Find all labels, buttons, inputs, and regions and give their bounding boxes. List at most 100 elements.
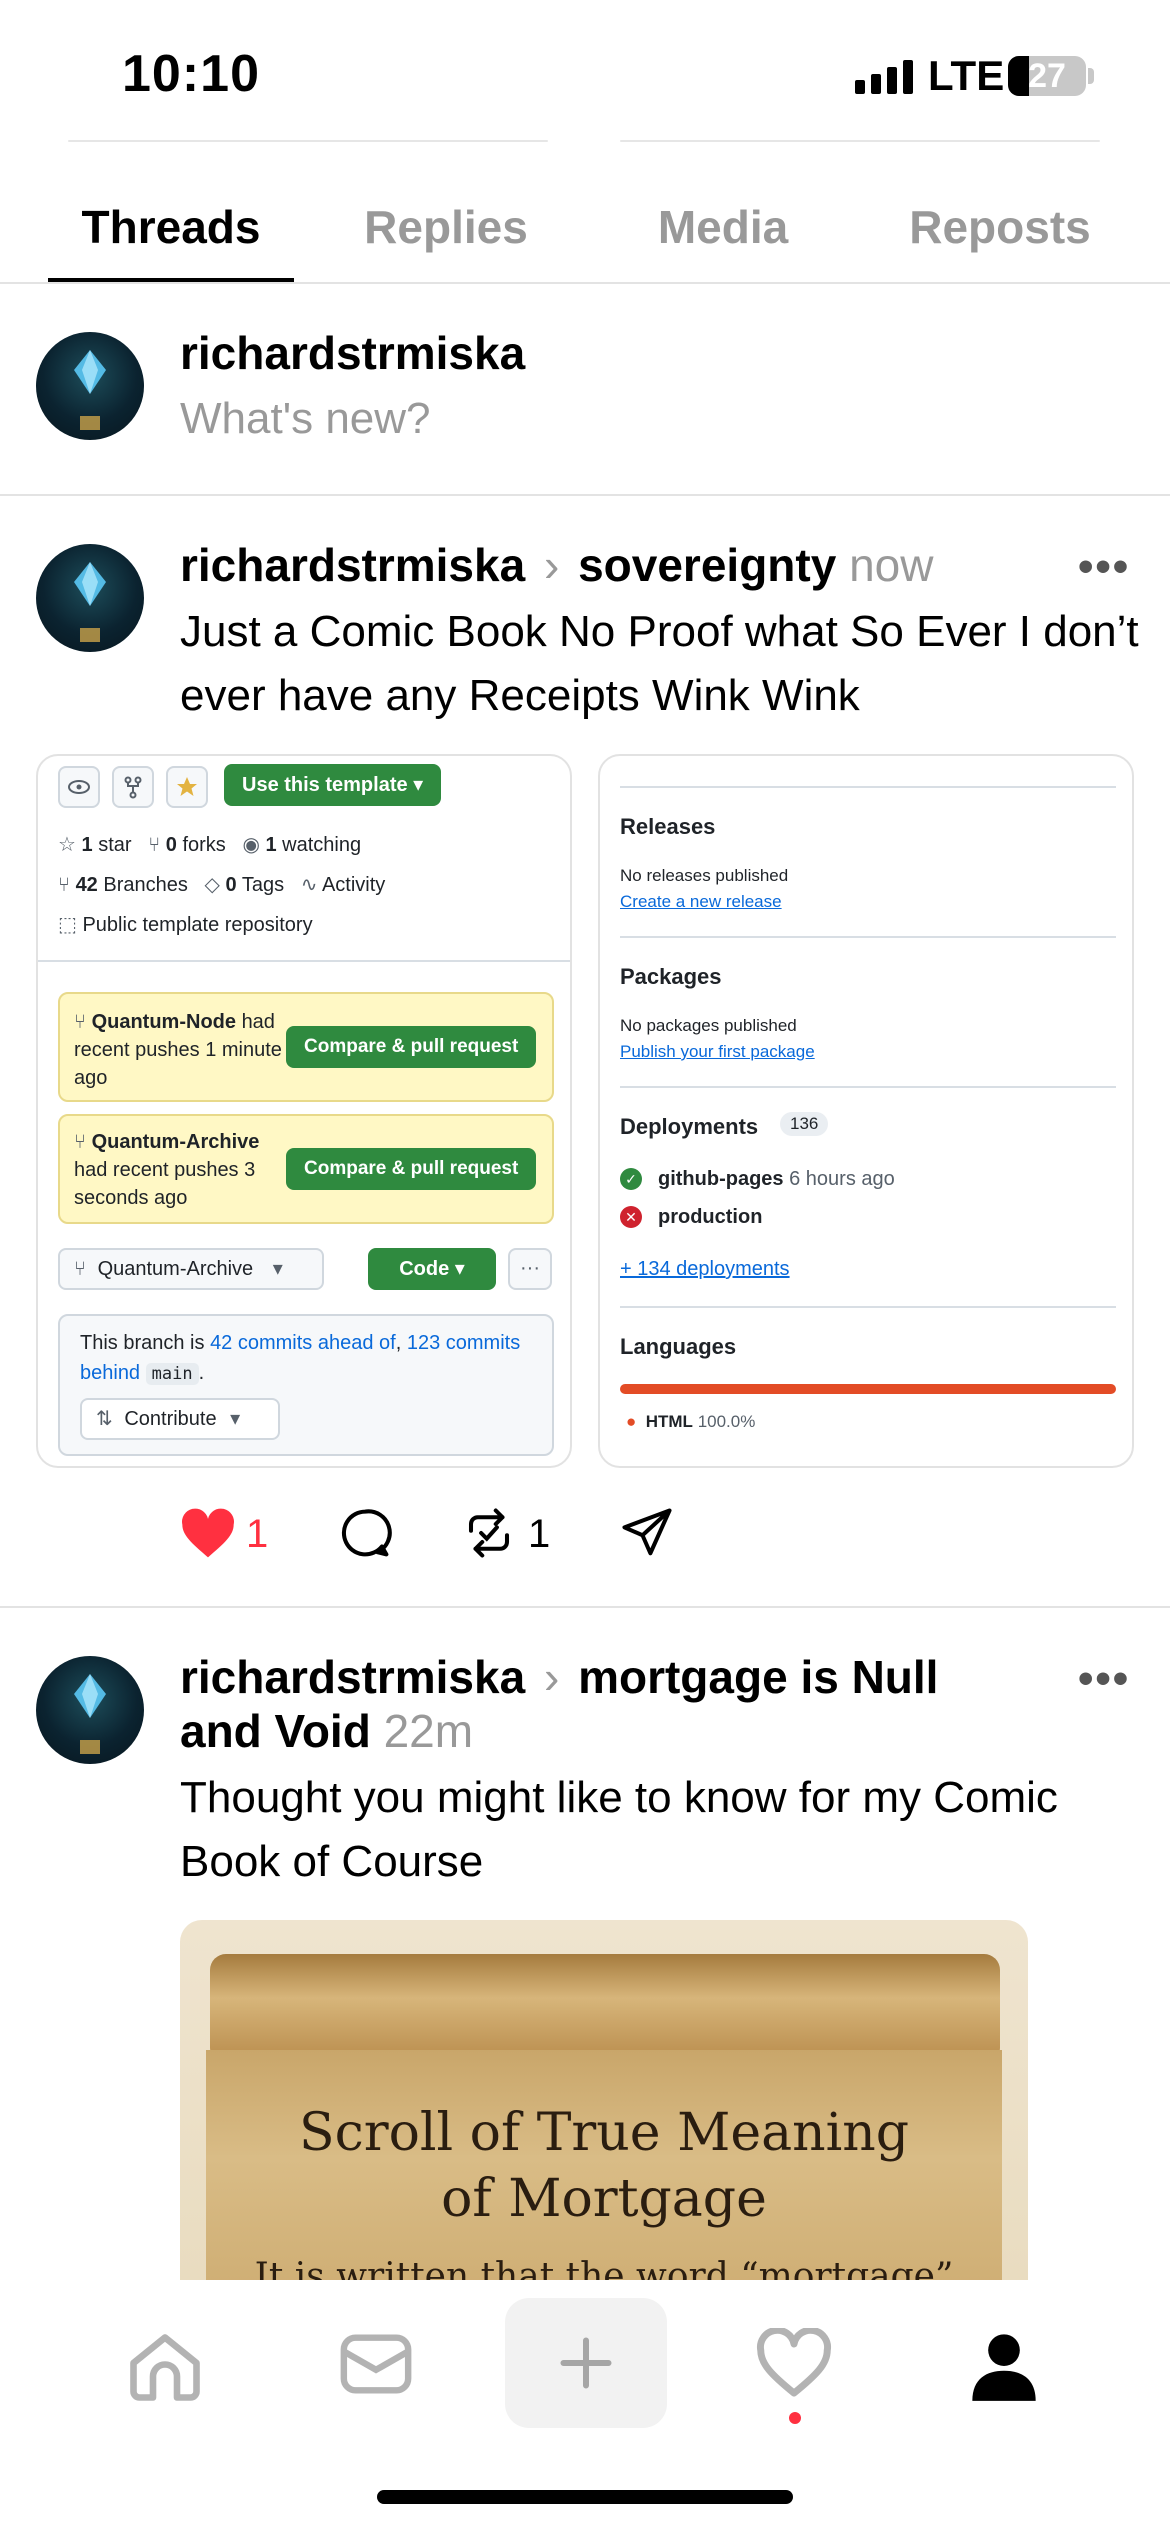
push-message: had recent pushes 3 seconds ago — [74, 1159, 256, 1209]
tab-reposts[interactable]: Reposts — [880, 200, 1120, 254]
branch-selector: ⑂ Quantum-Archive ▾ — [58, 1248, 324, 1290]
template-row: ⬚ Public template repository — [58, 912, 313, 937]
composer-username: richardstrmiska — [180, 327, 526, 379]
publish-package-link: Publish your first package — [620, 1042, 815, 1061]
github-sidebar-screenshot[interactable]: Releases No releases published Create a … — [598, 754, 1134, 1468]
recent-push-banner: ⑂ Quantum-Archive had recent pushes 3 se… — [58, 1114, 554, 1224]
section-divider — [620, 1306, 1116, 1308]
scroll-roll — [210, 1954, 1000, 2064]
language-dot: ● — [626, 1412, 637, 1431]
post-topic-cont[interactable]: and Void — [180, 1705, 371, 1757]
avatar[interactable] — [36, 1656, 144, 1764]
caret-down-icon: ▾ — [272, 1258, 283, 1280]
notification-dot — [789, 2412, 801, 2424]
compare-pull-request-button: Compare & pull request — [286, 1148, 537, 1190]
branch-icon: ⑂ — [74, 1258, 86, 1280]
section-divider — [620, 936, 1116, 938]
profile-button-edge — [68, 140, 548, 142]
branches-label: Branches — [103, 874, 188, 896]
releases-title: Releases — [620, 814, 716, 839]
post-username[interactable]: richardstrmiska — [180, 1651, 525, 1703]
use-template-button: Use this template ▾ — [224, 764, 442, 806]
scroll-image[interactable]: Scroll of True Meaning of Mortgage It is… — [180, 1920, 1028, 2280]
failure-x-icon: ✕ — [620, 1206, 642, 1228]
watching-label: watching — [282, 834, 362, 856]
watching-count: 1 — [265, 834, 277, 856]
packages-text: No packages published — [620, 1016, 797, 1035]
languages-title: Languages — [620, 1334, 737, 1359]
tab-media[interactable]: Media — [610, 200, 836, 254]
post-topic[interactable]: sovereignty — [578, 539, 836, 591]
repost-button[interactable] — [462, 1506, 516, 1565]
code-button-label: Code — [399, 1258, 450, 1280]
watch-icon — [58, 766, 100, 808]
contribute-button: ⇅ Contribute ▾ — [80, 1398, 280, 1440]
inbox-icon[interactable] — [338, 2328, 414, 2400]
post-header: richardstrmiska › mortgage is Null and V… — [180, 1650, 1040, 1758]
reply-button[interactable] — [338, 1506, 392, 1565]
more-icon: ··· — [508, 1248, 552, 1290]
branches-count: 42 — [75, 874, 98, 896]
section-divider — [620, 1086, 1116, 1088]
tab-threads[interactable]: Threads — [48, 200, 294, 254]
avatar[interactable] — [36, 544, 144, 652]
repost-count: 1 — [528, 1512, 551, 1556]
language-row: ● HTML 100.0% — [626, 1412, 755, 1432]
composer-input[interactable]: What's new? — [180, 394, 431, 444]
language-name: HTML — [645, 1412, 693, 1431]
battery-tip — [1088, 68, 1094, 84]
new-thread-button[interactable] — [505, 2298, 667, 2428]
scroll-body-partial: It is written that the word “mortgage” — [254, 2256, 954, 2280]
deployment-name: production — [658, 1206, 763, 1228]
tab-replies[interactable]: Replies — [330, 200, 562, 254]
branch-status-box: This branch is 42 commits ahead of, 123 … — [58, 1314, 554, 1456]
post-username[interactable]: richardstrmiska — [180, 539, 525, 591]
section-divider — [38, 960, 570, 962]
profile-icon[interactable] — [966, 2328, 1042, 2404]
post-text: Thought you might like to know for my Co… — [180, 1773, 1058, 1886]
send-icon — [622, 1508, 672, 1556]
post-header: richardstrmiska › sovereignty now — [180, 538, 933, 592]
stars-count: 1 — [81, 834, 93, 856]
battery-icon: 27 — [1008, 56, 1086, 96]
packages-title: Packages — [620, 964, 722, 989]
home-icon[interactable] — [126, 2328, 204, 2404]
branch-icon: ⑂ — [74, 1131, 86, 1153]
forks-count: 0 — [165, 834, 177, 856]
more-options-icon[interactable]: ••• — [1078, 1654, 1130, 1704]
more-options-icon[interactable]: ••• — [1078, 542, 1130, 592]
github-repo-screenshot[interactable]: Use this template ▾ ☆ 1 star ⑂ 0 forks ◉… — [36, 754, 572, 1468]
template-label: Public template repository — [82, 914, 313, 936]
more-deployments-link: + 134 deployments — [620, 1258, 790, 1280]
compare-pull-request-button: Compare & pull request — [286, 1026, 537, 1068]
tabs-divider — [0, 282, 1170, 284]
post-time: 22m — [383, 1705, 474, 1757]
language-bar — [620, 1384, 1116, 1394]
like-button[interactable] — [180, 1508, 236, 1565]
heart-icon[interactable] — [756, 2328, 832, 2398]
share-button[interactable] — [620, 1506, 674, 1565]
recent-push-text: ⑂ Quantum-Node had recent pushes 1 minut… — [74, 1008, 294, 1092]
tags-count: 0 — [225, 874, 237, 896]
stars-label: star — [98, 834, 132, 856]
code-button: Code ▾ — [368, 1248, 496, 1290]
battery-level: 27 — [1028, 57, 1066, 95]
repost-icon — [468, 1508, 510, 1558]
recent-push-banner: ⑂ Quantum-Node had recent pushes 1 minut… — [58, 992, 554, 1102]
scroll-title-line2: of Mortgage — [441, 2169, 767, 2229]
heart-filled-icon — [182, 1508, 234, 1558]
avatar[interactable] — [36, 332, 144, 440]
network-type: LTE — [928, 52, 1005, 99]
chevron-right-icon: › — [543, 1651, 560, 1703]
branch-icon: ⑂ — [58, 874, 70, 896]
post-topic[interactable]: mortgage is Null — [578, 1651, 938, 1703]
status-time: 10:10 — [122, 45, 260, 103]
cellular-signal-icon — [855, 60, 913, 94]
deployments-title: Deployments — [620, 1114, 759, 1139]
avatar-logo-icon — [74, 350, 106, 430]
fork-icon: ⑂ — [148, 834, 161, 856]
avatar-logo-icon — [74, 562, 106, 642]
commits-ahead-link: 42 commits ahead of — [210, 1332, 396, 1354]
push-branch-name: Quantum-Node — [91, 1011, 236, 1033]
post-time: now — [849, 539, 934, 591]
